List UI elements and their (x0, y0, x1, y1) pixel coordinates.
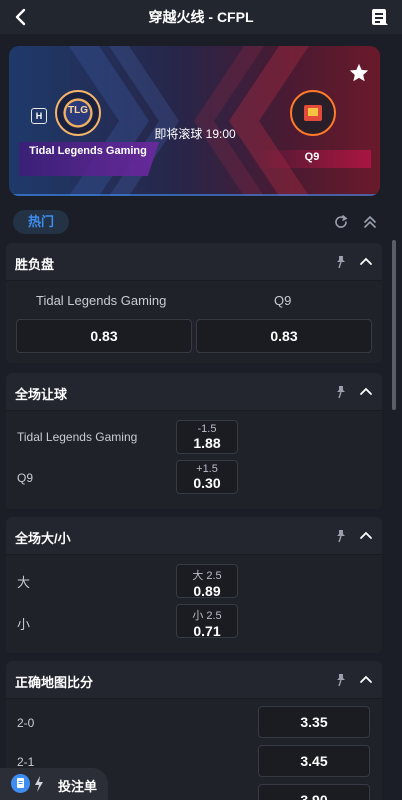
match-status: 即将滚球 19:00 (154, 127, 236, 141)
match-info-icon[interactable] (370, 6, 390, 28)
top-bar: 穿越火线 - CFPL (0, 0, 402, 34)
home-team-label: Tidal Legends Gaming (36, 293, 167, 308)
score-odds: 3.45 (300, 753, 328, 769)
market-body: 大 大 2.5 0.89 小 小 2.5 0.71 (6, 555, 382, 653)
total-odds-button[interactable]: 小 2.5 0.71 (176, 604, 238, 639)
pin-icon[interactable] (334, 255, 348, 269)
market-title: 正确地图比分 (15, 675, 94, 690)
home-team-logo-text: TLG (68, 105, 88, 116)
home-team-logo: TLG (55, 90, 101, 136)
total-line: 小 2.5 (192, 610, 222, 622)
away-team-name: Q9 (304, 151, 320, 163)
handicap-odds-button[interactable]: -1.5 1.88 (176, 420, 238, 454)
total-odds: 0.71 (193, 623, 221, 639)
total-row-label: 大 (17, 575, 31, 590)
away-odds-value: 0.83 (270, 328, 298, 344)
market-title: 全场大/小 (15, 531, 71, 546)
market-title: 全场让球 (15, 387, 68, 402)
score-odds: 3.90 (300, 792, 328, 800)
handicap-line: +1.5 (196, 463, 218, 475)
market-total: 全场大/小 大 大 2.5 0.89 小 小 2.5 0.71 (6, 517, 382, 653)
handicap-line: -1.5 (197, 423, 217, 435)
betslip-label: 投注单 (58, 779, 98, 794)
handicap-row-team: Q9 (17, 471, 34, 485)
chevron-up-icon[interactable] (359, 255, 373, 269)
home-odds-button[interactable]: 0.83 (16, 319, 192, 353)
chevron-up-icon[interactable] (359, 529, 373, 543)
score-label: 2-0 (17, 716, 35, 730)
chevron-up-icon[interactable] (359, 385, 373, 399)
total-row-label: 小 (17, 617, 31, 632)
favorite-star-icon[interactable] (348, 62, 370, 84)
away-odds-button[interactable]: 0.83 (196, 319, 372, 353)
scrollbar[interactable] (392, 240, 396, 410)
score-odds: 3.35 (300, 714, 328, 730)
away-team-label: Q9 (274, 293, 292, 308)
market-body: Tidal Legends Gaming Q9 0.83 0.83 (6, 281, 382, 363)
market-header[interactable]: 正确地图比分 (6, 661, 382, 699)
market-header[interactable]: 胜负盘 (6, 243, 382, 281)
away-logo-mark (308, 108, 318, 116)
market-moneyline: 胜负盘 Tidal Legends Gaming Q9 0.83 0.83 (6, 243, 382, 363)
score-odds-button[interactable]: 3.35 (258, 706, 370, 738)
home-odds-value: 0.83 (90, 328, 118, 344)
market-body: Tidal Legends Gaming -1.5 1.88 Q9 +1.5 0… (6, 411, 382, 509)
score-odds-button[interactable]: 3.45 (258, 745, 370, 777)
match-banner: H TLG Tidal Legends Gaming Q9 即将滚球 19:00 (9, 46, 380, 196)
handicap-row-team: Tidal Legends Gaming (17, 430, 138, 444)
pin-icon[interactable] (334, 529, 348, 543)
score-odds-button[interactable]: 3.90 (258, 784, 370, 800)
handicap-odds: 0.30 (193, 475, 221, 491)
home-team-name: Tidal Legends Gaming (29, 145, 147, 157)
handicap-odds-button[interactable]: +1.5 0.30 (176, 460, 238, 494)
market-tab-row: 热门 (0, 204, 402, 236)
home-badge: H (31, 108, 47, 124)
pin-icon[interactable] (334, 673, 348, 687)
refresh-icon[interactable] (333, 214, 349, 230)
betslip-doc-icon (11, 774, 30, 793)
total-odds-button[interactable]: 大 2.5 0.89 (176, 564, 238, 599)
away-team-logo (290, 90, 336, 136)
handicap-odds: 1.88 (193, 435, 221, 451)
tab-hot[interactable]: 热门 (13, 210, 69, 234)
betslip-button[interactable]: 投注单 (0, 768, 108, 800)
market-header[interactable]: 全场让球 (6, 373, 382, 411)
back-arrow-icon[interactable] (10, 6, 32, 28)
lightning-icon (33, 775, 45, 793)
pin-icon[interactable] (334, 385, 348, 399)
market-handicap: 全场让球 Tidal Legends Gaming -1.5 1.88 Q9 +… (6, 373, 382, 509)
chevron-up-icon[interactable] (359, 673, 373, 687)
market-title: 胜负盘 (15, 257, 55, 272)
total-odds: 0.89 (193, 583, 221, 599)
score-label: 2-1 (17, 755, 35, 769)
market-header[interactable]: 全场大/小 (6, 517, 382, 555)
page-title: 穿越火线 - CFPL (148, 9, 254, 25)
collapse-all-icon[interactable] (362, 214, 378, 230)
total-line: 大 2.5 (192, 570, 222, 582)
